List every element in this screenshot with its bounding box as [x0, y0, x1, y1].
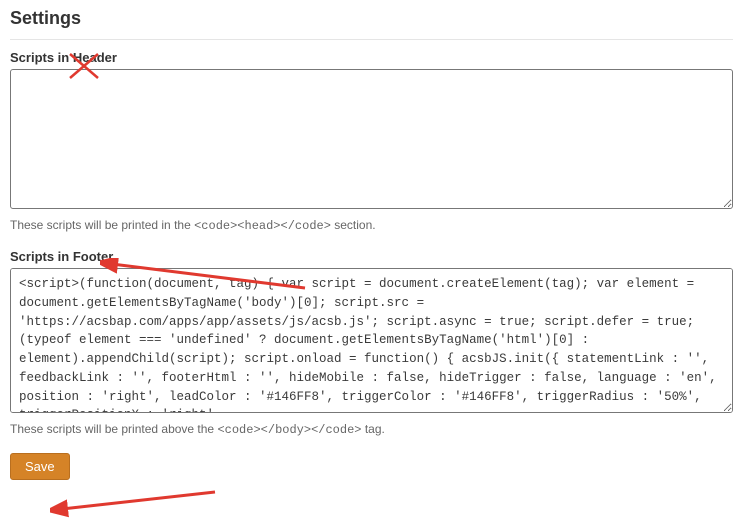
- footer-help-text: These scripts will be printed above the …: [10, 422, 733, 437]
- footer-scripts-label: Scripts in Footer: [10, 249, 733, 264]
- footer-help-pre: These scripts will be printed above the: [10, 422, 217, 436]
- footer-scripts-textarea[interactable]: [10, 268, 733, 413]
- footer-help-code: <code></body></code>: [217, 423, 361, 437]
- annotation-arrow-to-save-icon: [50, 484, 220, 519]
- page-title: Settings: [10, 8, 733, 40]
- header-scripts-textarea[interactable]: [10, 69, 733, 209]
- header-help-text: These scripts will be printed in the <co…: [10, 218, 733, 233]
- header-help-pre: These scripts will be printed in the: [10, 218, 194, 232]
- header-help-code: <code><head></code>: [194, 219, 331, 233]
- save-button[interactable]: Save: [10, 453, 70, 480]
- header-scripts-label: Scripts in Header: [10, 50, 733, 65]
- footer-help-post: tag.: [361, 422, 384, 436]
- header-help-post: section.: [331, 218, 376, 232]
